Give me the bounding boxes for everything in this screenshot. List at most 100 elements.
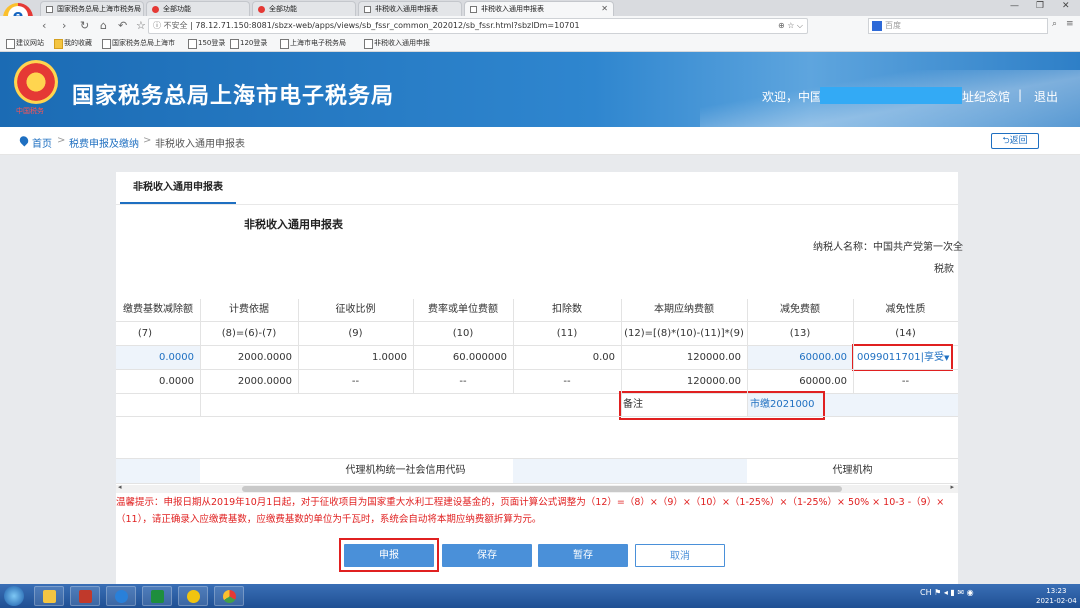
back-icon[interactable]: ‹ [42,19,46,32]
bookmark-item[interactable]: 国家税务总局上海市 [102,38,175,49]
browser-tab[interactable]: 全部功能 [252,1,356,16]
bookmark-item[interactable]: 非税收入通用申报 [364,38,430,49]
ratio-value: -- [351,376,360,387]
reload-icon[interactable]: ↻ [80,19,89,32]
home-icon[interactable]: ⌂ [100,19,107,32]
column-code: (7) [137,328,153,339]
table-divider [200,299,201,416]
taskbar-app[interactable] [214,586,244,606]
browser-tab[interactable]: 国家税务总局上海市税务局 [40,1,144,16]
table-rule [116,483,958,484]
table-row: 0.0000 2000.0000 1.0000 60.000000 0.00 1… [116,346,958,369]
column-header: 扣除数 [552,304,582,315]
remark-row: 备注 市缴2021000 [116,394,958,416]
payable-value: 120000.00 [686,352,741,363]
scroll-right-icon[interactable]: ▸ [950,483,954,491]
agency-label: 代理机构 [832,465,873,476]
zoom-icon[interactable]: ⊕ ☆ ⌵ [778,19,803,33]
column-header: 计费依据 [229,304,269,315]
warning-icon: ⓘ [153,21,164,30]
system-tray[interactable]: CH ⚑ ◂ ▮ ✉ ◉ [920,588,974,597]
deduction-value: 0.0000 [159,376,194,387]
form-card: 非税收入通用申报表 非税收入通用申报表 纳税人名称：中国共产党第一次全 税款 缴… [116,172,963,587]
site-title: 国家税务总局上海市电子税务局 [72,84,395,109]
forward-icon[interactable]: › [62,19,66,32]
logout-link[interactable]: 退出 [1034,88,1058,105]
browser-tab-bar: 国家税务总局上海市税务局 全部功能 全部功能 非税收入通用申报表 非税收入通用申… [0,0,1080,16]
browser-tab[interactable]: 全部功能 [146,1,250,16]
header-separator: | [1018,88,1023,102]
menu-icon[interactable]: ≡ [1066,19,1074,29]
page-icon [152,6,159,13]
back-button[interactable]: ⮌返回 [991,133,1039,149]
breadcrumb-home[interactable]: 首页 [32,135,52,150]
column-header: 减免费额 [780,304,820,315]
table-divider [621,299,622,416]
form-title: 非税收入通用申报表 [244,218,343,231]
breadcrumb-level1[interactable]: 税费申报及缴纳 [69,135,139,150]
column-header: 征收比例 [335,304,376,315]
table-divider [298,299,299,393]
welcome-text: 欢迎，中国 [762,90,823,104]
page-icon [258,6,265,13]
close-window-icon[interactable]: ✕ [1062,1,1070,11]
table-divider [747,299,748,416]
minimize-icon[interactable]: — [1010,1,1019,11]
table-code-row: (7) (8)=(6)-(7) (9) (10) (11) (12)=[(8)*… [116,322,958,345]
browser-tab-active[interactable]: 非税收入通用申报表 ✕ [464,1,614,16]
bookmark-item[interactable]: 120登录 [230,38,267,49]
deduct-value: 0.00 [592,352,615,363]
table-row: 0.0000 2000.0000 -- -- -- 120000.00 6000… [116,370,958,393]
cancel-button[interactable]: 取消 [635,544,725,567]
tax-emblem-icon [14,60,58,104]
basis-value: 2000.0000 [237,376,292,387]
breadcrumb-arrow: > [143,135,152,146]
search-icon[interactable]: ⌕ [1052,19,1057,29]
column-code: (12)=[(8)*(10)-(11)]*(9) [624,328,744,339]
save-button[interactable]: 保存 [442,544,532,567]
temp-save-button[interactable]: 暂存 [538,544,628,567]
bookmark-item[interactable]: 150登录 [188,38,225,49]
cell-bg [513,459,747,483]
tab-form[interactable]: 非税收入通用申报表 [120,172,236,204]
taskbar-app[interactable] [34,586,64,606]
close-icon[interactable]: ✕ [601,2,608,16]
deduction-input[interactable]: 0.0000 [116,346,200,369]
url-bar[interactable]: ⓘ 不安全 | 78.12.71.150:8081/sbzx-web/apps/… [148,18,808,34]
bookmark-item[interactable]: 我的收藏 [54,38,92,49]
reduction-input[interactable]: 60000.00 [747,346,853,369]
search-input[interactable]: 百度 [868,18,1048,34]
bookmark-item[interactable]: 上海市电子税务局 [280,38,346,49]
column-code: (14) [895,328,916,339]
excel-icon [151,590,164,603]
column-code: (13) [789,328,811,339]
scrollbar-thumb[interactable] [242,486,842,492]
emblem-text: 中国税务 [16,107,44,115]
clock[interactable]: 13:23 2021-02-04 [1036,586,1077,606]
redacted-username [820,87,962,104]
taskbar-app[interactable] [70,586,100,606]
ie-icon [115,590,128,603]
undo-icon[interactable]: ↶ [118,19,127,32]
basis-value: 2000.0000 [237,352,292,363]
horizontal-scrollbar[interactable]: ◂ ▸ [116,483,958,493]
table-header-row: 缴费基数减除额 计费依据 征收比例 费率或单位费额 扣除数 本期应纳费额 减免费… [116,299,958,321]
taskbar-app[interactable] [106,586,136,606]
browser-tab[interactable]: 非税收入通用申报表 [358,1,462,16]
taskbar-app[interactable] [142,586,172,606]
scroll-left-icon[interactable]: ◂ [118,483,122,491]
table-rule [116,458,958,459]
return-icon: ⮌ [1002,136,1010,146]
bookmark-item[interactable]: 建议网站 [6,38,44,49]
maximize-icon[interactable]: ❐ [1036,1,1044,11]
column-header: 减免性质 [885,304,926,315]
table-divider [413,299,414,393]
column-header: 缴费基数减除额 [123,304,193,315]
url-text: 78.12.71.150:8081/sbzx-web/apps/views/sb… [195,21,580,30]
tab-divider [116,204,958,205]
start-button[interactable] [4,586,24,606]
windows-taskbar: CH ⚑ ◂ ▮ ✉ ◉ 13:23 2021-02-04 [0,584,1080,608]
folder-icon [43,590,56,603]
taskbar-app[interactable] [178,586,208,606]
star-icon[interactable]: ☆ [136,19,146,32]
